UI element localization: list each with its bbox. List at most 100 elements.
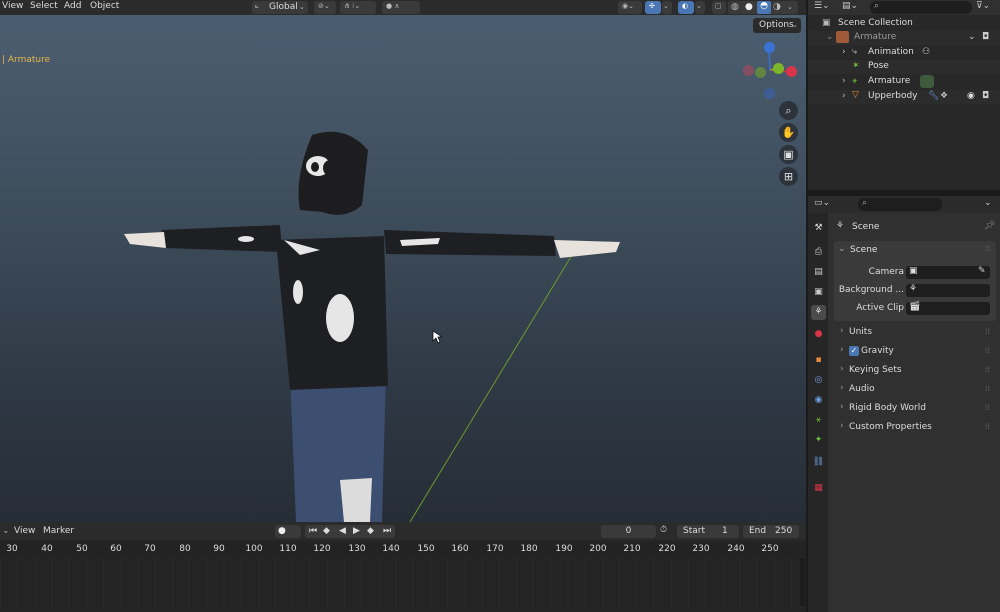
ruler-tick: 50 [76, 544, 88, 554]
physics-tab-icon[interactable]: ◉ [811, 393, 826, 408]
outliner-row-armature-object[interactable]: ⌄ Armature ⌄ ◘ [808, 31, 1000, 45]
world-tab-icon[interactable]: ● [811, 327, 826, 342]
ruler-tick: 220 [658, 544, 676, 554]
start-frame-field[interactable]: Start 1 [677, 525, 739, 538]
section-rigid-body-world[interactable]: › Rigid Body World ⁞⁞ [836, 400, 996, 417]
camera-render-icon[interactable]: ◘ [982, 91, 989, 101]
play-reverse-icon[interactable]: ◀ [339, 526, 346, 536]
active-clip-field[interactable]: 🎬︎ [906, 302, 990, 315]
drag-handle-icon[interactable]: ⁞⁞ [985, 327, 990, 336]
expand-arrow-icon[interactable]: › [842, 91, 846, 101]
tool-tab-icon[interactable]: ⚒ [811, 221, 826, 236]
next-keyframe-icon[interactable]: ◆ [367, 526, 374, 536]
timeline-scrollbar[interactable] [800, 558, 805, 606]
gravity-checkbox[interactable]: ✓ [849, 346, 859, 356]
ruler-tick: 30 [6, 544, 18, 554]
outliner-row-upperbody[interactable]: › ▽ Upperbody 🔧︎ ❖ ◉ ◘ [808, 90, 1000, 104]
outliner-row-pose[interactable]: ✶ Pose [808, 60, 1000, 74]
object-tab-icon[interactable]: ▪ [811, 353, 826, 368]
section-audio[interactable]: › Audio ⁞⁞ [836, 381, 996, 398]
frame-ruler[interactable]: 30 40 50 60 70 80 90 100 110 120 130 140… [0, 542, 806, 557]
ruler-tick: 200 [589, 544, 607, 554]
prev-keyframe-icon[interactable]: ◆ [323, 526, 330, 536]
outliner-row-armature-data[interactable]: › ⚹ Armature [808, 75, 1000, 89]
play-icon[interactable]: ▶ [353, 526, 360, 536]
section-custom-properties[interactable]: › Custom Properties ⁞⁞ [836, 419, 996, 436]
scene-panel: ⌄ Scene ⁞⁞ Camera ▣ ✎ Background ... ⚘ A… [834, 241, 996, 321]
constraint-tab-icon[interactable]: ⛓ [811, 455, 826, 470]
ruler-tick: 180 [520, 544, 538, 554]
background-label: Background ... [838, 285, 904, 295]
camera-field[interactable]: ▣ ✎ [906, 266, 990, 279]
drag-handle-icon[interactable]: ⁞⁞ [985, 403, 990, 412]
timeline-editor[interactable]: ⌄ View Marker ● ⏮ ◆ ◀ ▶ ◆ ⏭ 0 ⏱ Start 1 … [0, 522, 806, 612]
filter-icon[interactable]: ⊽⌄ [976, 1, 990, 11]
playback-controls: ⏮ ◆ ◀ ▶ ◆ ⏭ [305, 525, 395, 538]
drag-handle-icon[interactable]: ⁞⁞ [985, 346, 990, 355]
record-icon: ● [278, 526, 286, 536]
expand-arrow-icon: › [840, 326, 844, 336]
chevron-down-icon[interactable]: ⌄ [968, 32, 976, 42]
timeline-menu-marker[interactable]: Marker [43, 526, 74, 536]
expand-arrow-icon[interactable]: › [842, 47, 846, 57]
action-icon: ⚇ [922, 47, 931, 57]
bone-tab-icon[interactable]: ✦ [811, 433, 826, 448]
ruler-tick: 170 [486, 544, 504, 554]
background-scene-field[interactable]: ⚘ [906, 284, 990, 297]
drag-handle-icon[interactable]: ⁞⁞ [985, 365, 990, 374]
expand-arrow-icon: › [840, 345, 844, 355]
expand-arrow-icon[interactable]: › [842, 76, 846, 86]
outliner-row-animation[interactable]: › ⤷ Animation ⚇ [808, 46, 1000, 60]
keyframe-record-button[interactable]: ● [275, 525, 301, 538]
properties-header: ▭⌄ ⌕ ⌄ [808, 196, 1000, 213]
search-icon: ⌕ [862, 198, 868, 208]
jump-start-icon[interactable]: ⏮ [309, 526, 317, 536]
object-data-tab-icon[interactable]: ⚹ [811, 413, 826, 428]
expand-arrow-icon: › [840, 402, 844, 412]
expand-arrow-icon: › [840, 364, 844, 374]
chevron-down-icon[interactable]: ⌄ [2, 526, 10, 536]
modifier-wrench-icon: 🔧︎ [928, 91, 940, 101]
character-model[interactable] [0, 0, 806, 522]
properties-editor[interactable]: ▭⌄ ⌕ ⌄ ⚒ ⎙ ▤ ▣ ⚘ ● ▪ ◎ ◉ ⚹ ✦ ⛓ ▦ ⚘ Scene… [808, 196, 1000, 612]
texture-tab-icon[interactable]: ▦ [811, 481, 826, 496]
editor-type-icon[interactable]: ▭⌄ [814, 198, 830, 208]
outliner-row-scene-collection[interactable]: ▣ Scene Collection [808, 17, 1000, 31]
drag-handle-icon[interactable]: ⁞⁞ [985, 384, 990, 393]
section-label: Gravity [861, 346, 894, 356]
drag-handle-icon[interactable]: ⁞⁞ [985, 422, 990, 431]
eyedropper-icon[interactable]: ✎ [978, 266, 986, 276]
ruler-tick: 40 [41, 544, 53, 554]
properties-search-input[interactable]: ⌕ [858, 198, 942, 211]
expand-arrow-icon[interactable]: ⌄ [826, 32, 834, 42]
editor-type-icon[interactable]: ☰⌄ [814, 1, 830, 11]
display-mode-icon[interactable]: ▤⌄ [842, 1, 858, 11]
section-keying-sets[interactable]: › Keying Sets ⁞⁞ [836, 362, 996, 379]
ruler-tick: 100 [245, 544, 263, 554]
render-tab-icon[interactable]: ⎙ [811, 245, 826, 260]
jump-end-icon[interactable]: ⏭ [383, 526, 391, 536]
armature-data-icon: ⚹ [852, 76, 858, 86]
eye-icon[interactable]: ◉ [967, 91, 975, 101]
current-frame-value: 0 [625, 526, 632, 536]
section-label: Rigid Body World [849, 403, 926, 413]
current-frame-field[interactable]: 0 [601, 525, 656, 538]
timeline-keyframe-area[interactable] [0, 558, 800, 608]
camera-render-icon[interactable]: ◘ [982, 32, 989, 42]
expand-arrow-icon[interactable]: ⌄ [838, 244, 846, 254]
drag-handle-icon[interactable]: ⁞⁞ [985, 244, 990, 253]
end-frame-field[interactable]: End 250 [743, 525, 799, 538]
section-units[interactable]: › Units ⁞⁞ [836, 324, 996, 341]
section-label: Audio [849, 384, 875, 394]
3d-viewport[interactable]: View Select Add Object ⟀ Global ⌄ ⊘⌄ ⋔ ⁝… [0, 0, 806, 522]
pin-icon[interactable]: 📌︎ [984, 221, 995, 231]
outliner-search-input[interactable]: ⌕ [870, 1, 972, 14]
outliner-editor[interactable]: ☰⌄ ▤⌄ ⌕ ⊽⌄ ▣ Scene Collection ⌄ Armature… [808, 0, 1000, 190]
stopwatch-icon[interactable]: ⏱ [660, 525, 667, 535]
section-gravity[interactable]: › ✓ Gravity ⁞⁞ [836, 343, 996, 360]
end-label: End [749, 526, 767, 536]
timeline-menu-view[interactable]: View [14, 526, 35, 536]
ruler-tick: 160 [451, 544, 469, 554]
modifier-tab-icon[interactable]: ◎ [811, 373, 826, 388]
chevron-down-icon[interactable]: ⌄ [984, 198, 992, 208]
